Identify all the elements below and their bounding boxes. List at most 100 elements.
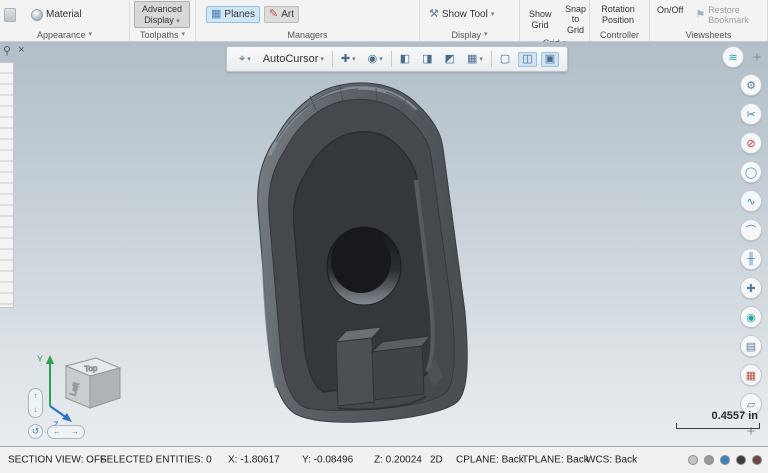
select-window-button[interactable]: ◫: [518, 52, 536, 67]
point-icon: ✚: [341, 54, 350, 65]
cursor-icon: ⌖: [239, 54, 245, 65]
status-dot-4: [736, 455, 746, 465]
pan-stepper[interactable]: ← →: [47, 425, 85, 439]
autocursor-dropdown[interactable]: AutoCursor ▾: [259, 51, 328, 67]
collapsed-manager-panel[interactable]: [0, 62, 14, 308]
mode-2d-toggle[interactable]: 2D: [430, 455, 443, 466]
right-toolbar-button-circle[interactable]: ◯: [740, 161, 762, 183]
select-box-button[interactable]: ▢: [496, 52, 514, 67]
group-label-appearance[interactable]: Appearance ▾: [0, 28, 129, 41]
right-toolbar-button-sphere[interactable]: ◉: [740, 306, 762, 328]
select-box-icon: ▢: [500, 54, 510, 65]
show-tool-icon: ⚒: [429, 9, 439, 20]
right-toolbar-button-stack[interactable]: ▤: [740, 335, 762, 357]
right-toolbar-button-clamp[interactable]: ╫: [740, 248, 762, 270]
scale-ruler: 0.4557 in: [676, 410, 760, 429]
cursor-y-field[interactable]: Y: -0.08496: [302, 455, 353, 466]
selected-entities-status: SELECTED ENTITIES: 0: [100, 455, 212, 466]
planes-icon: ▦: [211, 9, 221, 20]
part-hole-through: [331, 229, 391, 293]
half-square-right-icon: ◨: [422, 54, 432, 65]
cursor-mode-button[interactable]: ⌖ ▾: [235, 52, 255, 67]
rotate-icon: ↺: [32, 426, 40, 437]
chevron-down-icon: ▾: [479, 56, 483, 63]
stack-icon: ▤: [746, 340, 756, 353]
selection-option-button-3[interactable]: ◩: [441, 52, 459, 67]
tplane-selector[interactable]: TPLANE: Back: [522, 455, 589, 466]
right-toolbar-button-pan[interactable]: ✚: [740, 277, 762, 299]
clamp-icon: ╫: [747, 253, 755, 265]
add-toolbar-button-top[interactable]: +: [748, 48, 766, 66]
show-tool-button[interactable]: ⚒ Show Tool ▾: [424, 6, 499, 23]
ribbon-group-appearance: Material Appearance ▾: [0, 0, 130, 41]
bookmark-icon: ⚑: [695, 10, 705, 21]
planes-toggle-button[interactable]: ▦ Planes: [206, 6, 260, 23]
toolbar-separator: [332, 51, 333, 67]
chevron-down-icon: ▾: [352, 56, 356, 63]
art-icon: ✎: [269, 9, 278, 20]
chevron-down-icon: ▾: [182, 31, 186, 38]
viewport[interactable]: ⚲ × ⌖ ▾ AutoCursor ▾ ✚ ▾ ◉ ▾ ◧ ◨ ◩: [0, 42, 768, 446]
part-model[interactable]: [236, 80, 486, 432]
sphere-icon: ◉: [746, 311, 756, 324]
half-square-left-icon: ◧: [400, 54, 410, 65]
advanced-display-button[interactable]: Advanced Display ▾: [134, 1, 190, 28]
scale-label: 0.4557 in: [676, 410, 760, 422]
right-toolbar-button-disable[interactable]: ⊘: [740, 132, 762, 154]
point-style-button[interactable]: ✚ ▾: [337, 52, 360, 67]
grid-icon: ▦: [746, 369, 756, 382]
arrow-up-icon[interactable]: ↑: [34, 392, 38, 400]
selection-option-button-2[interactable]: ◨: [418, 52, 436, 67]
material-label: Material: [46, 9, 82, 20]
statusbar: SECTION VIEW: OFF SELECTED ENTITIES: 0 X…: [0, 446, 768, 473]
restore-bookmark-button[interactable]: ⚑ Restore Bookmark: [692, 3, 763, 27]
chevron-down-icon: ▾: [89, 31, 93, 38]
select-solid-icon: ▣: [545, 54, 555, 65]
status-dot-5: [752, 455, 762, 465]
y-axis-label: Y: [37, 354, 43, 364]
show-grid-button[interactable]: Show Grid: [524, 6, 556, 33]
right-toolbar-button-layers[interactable]: ≋: [722, 46, 744, 68]
cplane-selector[interactable]: CPLANE: Back: [456, 455, 524, 466]
grid-options-button[interactable]: ▦ ▾: [463, 52, 487, 67]
material-sphere-icon: [31, 9, 43, 21]
close-icon[interactable]: ×: [18, 44, 24, 57]
right-toolbar-button-spline[interactable]: ∿: [740, 190, 762, 212]
material-button[interactable]: Material: [26, 6, 87, 24]
ribbon: Material Appearance ▾ Advanced Display ▾…: [0, 0, 768, 42]
group-label-display[interactable]: Display ▾: [420, 28, 519, 41]
snap-settings-button[interactable]: ◉ ▾: [364, 52, 387, 67]
select-solid-button[interactable]: ▣: [541, 52, 559, 67]
group-label-managers: Managers: [196, 28, 419, 41]
cursor-x-field[interactable]: X: -1.80617: [228, 455, 280, 466]
arrow-right-icon[interactable]: →: [71, 428, 79, 436]
zoom-stepper[interactable]: ↑ ↓: [28, 388, 43, 418]
sheet-icon: ▱: [747, 398, 755, 411]
chevron-down-icon: ▾: [320, 56, 324, 63]
right-toolbar-button-grid[interactable]: ▦: [740, 364, 762, 386]
cursor-z-field[interactable]: Z: 0.20024: [374, 455, 422, 466]
scale-line: [676, 423, 760, 429]
group-label-toolpaths[interactable]: Toolpaths ▾: [130, 28, 195, 41]
cursor-x-value: -1.80617: [240, 455, 279, 466]
art-toggle-button[interactable]: ✎ Art: [264, 6, 299, 23]
wcs-selector[interactable]: WCS: Back: [586, 455, 637, 466]
boss-step-front: [372, 346, 424, 400]
rotation-position-button[interactable]: Rotation Position: [594, 1, 642, 28]
clipped-toolbar-icon[interactable]: [4, 8, 16, 22]
rotate-view-button[interactable]: ↺: [28, 424, 43, 439]
right-toolbar-button-arc[interactable]: ⌒: [740, 219, 762, 241]
chevron-down-icon: ▾: [491, 11, 495, 18]
arrow-left-icon[interactable]: ←: [53, 428, 61, 436]
select-window-icon: ◫: [522, 54, 532, 65]
view-cube[interactable]: Top Left: [66, 358, 120, 408]
toolbar-separator: [391, 51, 392, 67]
selection-option-button-1[interactable]: ◧: [396, 52, 414, 67]
snap-to-grid-button[interactable]: Snap to Grid: [560, 1, 591, 38]
ribbon-group-grid: Show Grid Snap to Grid Grid ▾: [520, 0, 590, 41]
on-off-button[interactable]: On/Off: [654, 3, 686, 17]
right-toolbar-button-gear[interactable]: ⚙: [740, 74, 762, 96]
arrow-down-icon[interactable]: ↓: [34, 406, 38, 414]
pin-icon[interactable]: ⚲: [3, 44, 11, 57]
right-toolbar-button-scissors[interactable]: ✂: [740, 103, 762, 125]
